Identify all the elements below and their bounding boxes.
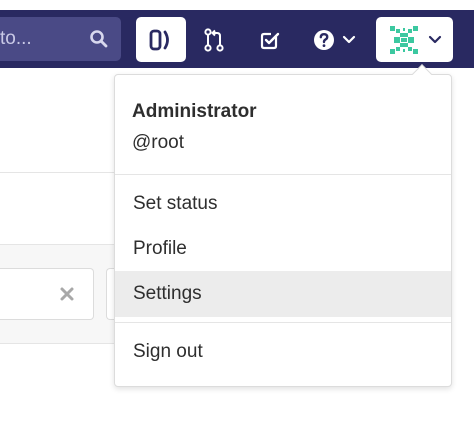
todos-button[interactable] — [248, 17, 292, 62]
chevron-down-icon — [428, 35, 441, 43]
filter-input[interactable] — [0, 268, 94, 320]
filter-dropdown[interactable] — [106, 268, 114, 320]
menu-divider — [115, 174, 451, 175]
help-button[interactable] — [306, 17, 362, 62]
search-box[interactable]: to... — [0, 17, 121, 61]
chevron-down-icon — [342, 35, 356, 43]
content-divider — [0, 172, 114, 173]
user-full-name: Administrator — [132, 101, 257, 122]
merge-requests-button[interactable] — [192, 17, 236, 62]
menu-divider — [115, 322, 451, 323]
menu-item-profile[interactable]: Profile — [115, 226, 451, 272]
search-icon[interactable] — [89, 29, 109, 49]
clear-icon[interactable] — [58, 285, 76, 303]
user-menu-button[interactable] — [376, 17, 453, 62]
todo-panel-icon — [149, 29, 169, 50]
todo-panel-button[interactable] — [136, 17, 186, 62]
merge-request-icon — [204, 27, 224, 52]
user-handle: @root — [132, 132, 185, 153]
avatar-identicon — [389, 25, 418, 54]
todos-check-icon — [260, 32, 280, 49]
menu-item-set-status[interactable]: Set status — [115, 181, 451, 227]
menu-item-settings[interactable]: Settings — [115, 271, 451, 317]
help-icon — [314, 29, 334, 50]
search-input-text[interactable]: to... — [0, 17, 32, 61]
menu-item-sign-out[interactable]: Sign out — [115, 329, 451, 375]
